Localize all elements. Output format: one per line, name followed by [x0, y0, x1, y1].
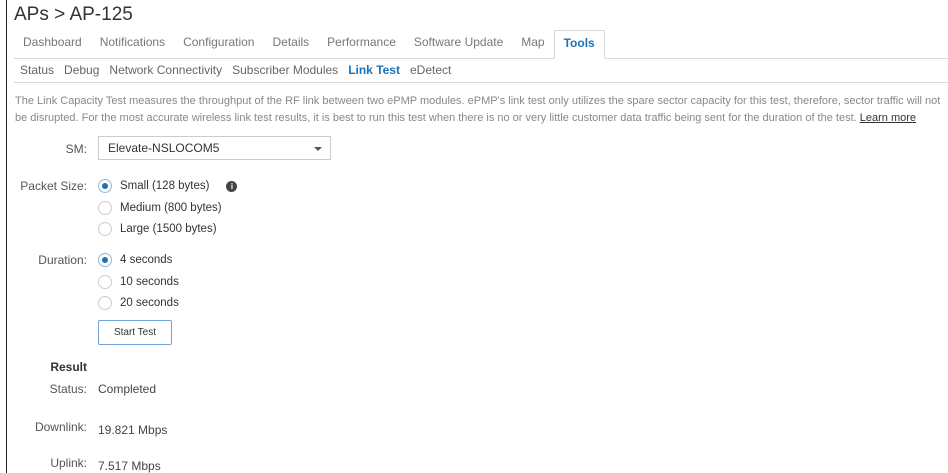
result-heading: Result [50, 360, 87, 374]
uplink-value: 7.517 Mbps [98, 459, 161, 473]
packet-size-label: Packet Size: [20, 179, 87, 193]
tab-performance[interactable]: Performance [318, 30, 405, 58]
content-frame: APs > AP-125 Dashboard Notifications Con… [6, 0, 948, 473]
duration-label: Duration: [38, 253, 87, 267]
subtab-debug[interactable]: Debug [59, 59, 104, 82]
breadcrumb: APs > AP-125 [14, 4, 133, 25]
subtab-network-connectivity[interactable]: Network Connectivity [104, 59, 227, 82]
sm-select-value: Elevate-NSLOCOM5 [108, 141, 220, 155]
packet-size-option-small[interactable]: Small (128 bytes) i [98, 177, 238, 195]
radio-unselected-icon[interactable] [98, 222, 112, 236]
description-text: The Link Capacity Test measures the thro… [15, 95, 941, 124]
sm-label: SM: [65, 142, 87, 156]
duration-option-20s[interactable]: 20 seconds [98, 294, 179, 312]
sm-select[interactable]: Elevate-NSLOCOM5 [98, 136, 331, 160]
duration-option-10s[interactable]: 10 seconds [98, 273, 179, 291]
tab-configuration[interactable]: Configuration [174, 30, 263, 58]
description: The Link Capacity Test measures the thro… [15, 93, 948, 127]
tab-tools[interactable]: Tools [553, 30, 605, 59]
packet-size-option-medium[interactable]: Medium (800 bytes) [98, 199, 222, 217]
radio-unselected-icon[interactable] [98, 296, 112, 310]
radio-unselected-icon[interactable] [98, 275, 112, 289]
duration-option-label: 20 seconds [120, 297, 179, 309]
packet-size-option-large[interactable]: Large (1500 bytes) [98, 220, 217, 238]
start-test-button[interactable]: Start Test [98, 320, 172, 345]
status-label: Status: [49, 382, 87, 396]
downlink-value: 19.821 Mbps [98, 423, 168, 437]
chevron-down-icon [314, 147, 322, 151]
radio-selected-icon[interactable] [98, 179, 112, 193]
uplink-label: Uplink: [50, 456, 87, 470]
main-tabs: Dashboard Notifications Configuration De… [14, 30, 948, 59]
learn-more-link[interactable]: Learn more [860, 112, 916, 124]
duration-option-label: 10 seconds [120, 276, 179, 288]
duration-option-label: 4 seconds [120, 254, 173, 266]
subtab-subscriber-modules[interactable]: Subscriber Modules [227, 59, 343, 82]
duration-option-4s[interactable]: 4 seconds [98, 251, 172, 269]
packet-size-option-label: Medium (800 bytes) [120, 202, 222, 214]
tab-dashboard[interactable]: Dashboard [14, 30, 91, 58]
status-value: Completed [98, 382, 157, 396]
radio-unselected-icon[interactable] [98, 201, 112, 215]
packet-size-option-label: Small (128 bytes) [120, 180, 210, 192]
tab-notifications[interactable]: Notifications [91, 30, 174, 58]
radio-selected-icon[interactable] [98, 253, 112, 267]
sub-tabs: Status Debug Network Connectivity Subscr… [14, 59, 948, 83]
subtab-link-test[interactable]: Link Test [343, 59, 405, 82]
tab-map[interactable]: Map [512, 30, 553, 58]
subtab-status[interactable]: Status [14, 59, 59, 82]
downlink-label: Downlink: [34, 420, 87, 434]
subtab-edetect[interactable]: eDetect [405, 59, 456, 82]
packet-size-option-label: Large (1500 bytes) [120, 223, 217, 235]
info-icon[interactable]: i [226, 180, 238, 192]
tab-software-update[interactable]: Software Update [405, 30, 512, 58]
tab-details[interactable]: Details [263, 30, 318, 58]
